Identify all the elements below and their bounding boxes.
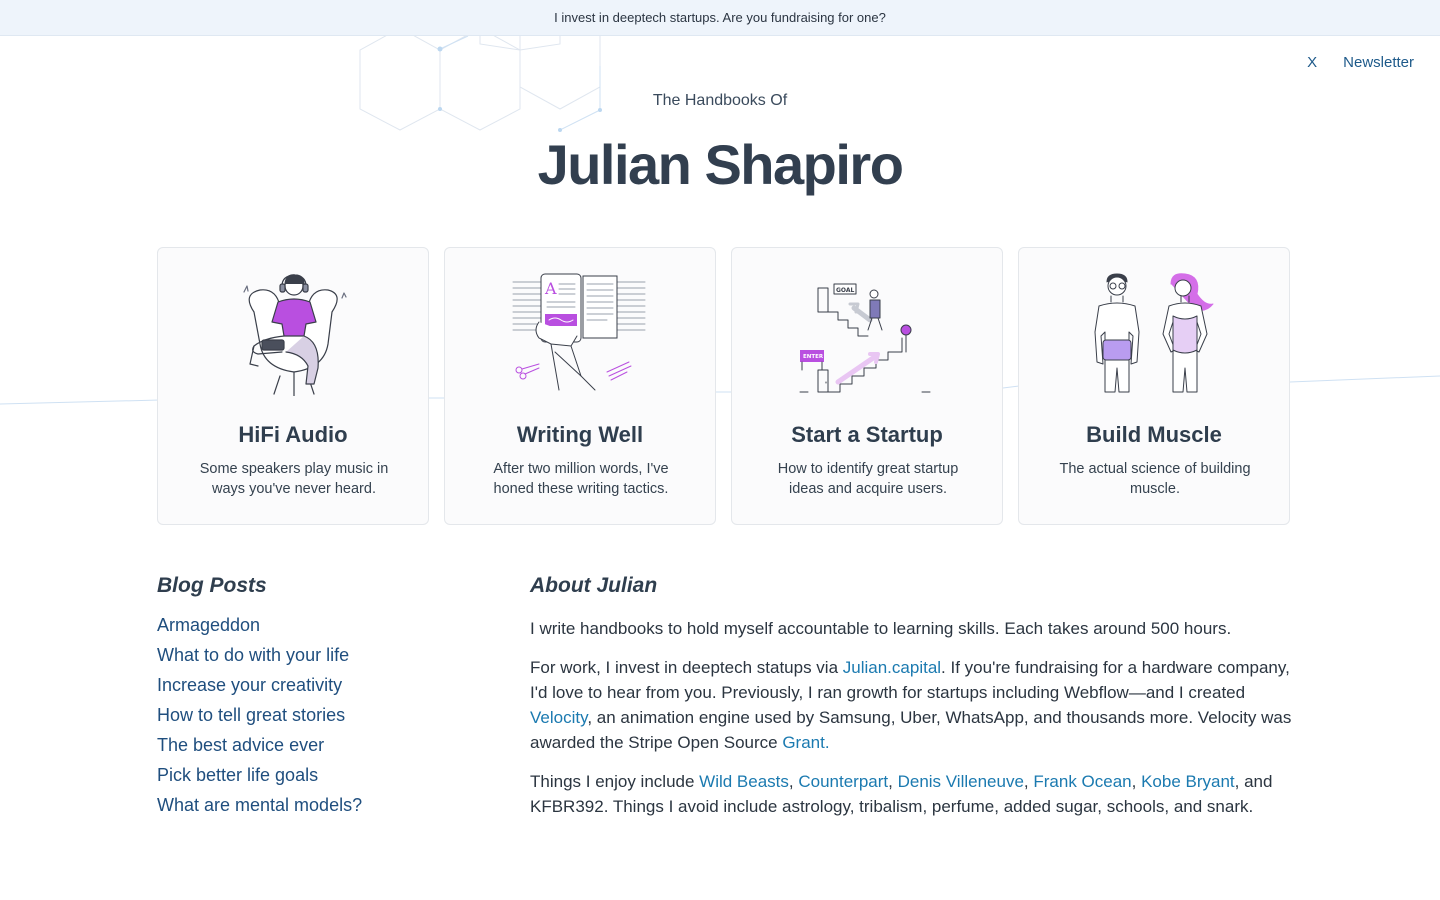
- card-description: After two million words, I've honed thes…: [493, 461, 669, 497]
- blog-post-link[interactable]: How to tell great stories: [157, 700, 487, 730]
- goal-sign-label: GOAL: [836, 287, 855, 294]
- enter-sign-label: ENTER: [803, 354, 824, 360]
- listener-illustration-icon: [243, 274, 347, 396]
- card-description: Some speakers play music in ways you've …: [199, 461, 389, 497]
- blog-post-list: Armageddon What to do with your life Inc…: [157, 610, 487, 820]
- announcement-banner: I invest in deeptech startups. Are you f…: [0, 0, 1440, 36]
- card-title: Build Muscle: [1086, 422, 1222, 447]
- kobe-bryant-link[interactable]: Kobe Bryant: [1141, 772, 1235, 791]
- card-hifi-audio[interactable]: HiFi Audio Some speakers play music in w…: [157, 247, 429, 525]
- julian-capital-link[interactable]: Julian.capital: [843, 658, 941, 677]
- top-nav: X Newsletter: [1307, 54, 1414, 71]
- about-paragraph-1: I write handbooks to hold myself account…: [530, 619, 1232, 638]
- denis-villeneuve-link[interactable]: Denis Villeneuve: [898, 772, 1024, 791]
- writing-illustration-icon: A: [512, 273, 646, 391]
- about-section: About Julian I write handbooks to hold m…: [530, 574, 1300, 833]
- handbook-cards: HiFi Audio Some speakers play music in w…: [157, 247, 1290, 525]
- blog-post-link[interactable]: Pick better life goals: [157, 760, 487, 790]
- card-title: Start a Startup: [791, 422, 943, 447]
- blog-post-link[interactable]: Increase your creativity: [157, 670, 487, 700]
- blog-post-link[interactable]: The best advice ever: [157, 730, 487, 760]
- about-paragraph-2: For work, I invest in deeptech statups v…: [530, 658, 1292, 752]
- card-start-a-startup[interactable]: ENTER GOAL Start a Startup How to identi…: [731, 247, 1003, 525]
- blog-post-link[interactable]: What are mental models?: [157, 790, 487, 820]
- card-description: The actual science of building muscle.: [1059, 461, 1251, 497]
- blog-post-link[interactable]: What to do with your life: [157, 640, 487, 670]
- card-writing-well[interactable]: A Writing Well After two million words, …: [444, 247, 716, 525]
- hero-eyebrow: The Handbooks Of: [652, 92, 788, 109]
- close-link[interactable]: X: [1307, 54, 1317, 71]
- newsletter-link[interactable]: Newsletter: [1343, 54, 1414, 71]
- muscle-people-illustration-icon: [1094, 273, 1214, 393]
- startup-stairs-illustration-icon: ENTER GOAL: [799, 283, 931, 393]
- counterpart-link[interactable]: Counterpart: [798, 772, 888, 791]
- about-heading: About Julian: [530, 574, 658, 597]
- page-title: Julian Shapiro: [537, 133, 904, 196]
- about-paragraph-3: Things I enjoy include Wild Beasts, Coun…: [530, 772, 1273, 816]
- wild-beasts-link[interactable]: Wild Beasts: [699, 772, 789, 791]
- velocity-link[interactable]: Velocity: [530, 708, 587, 727]
- card-title: HiFi Audio: [238, 422, 348, 447]
- frank-ocean-link[interactable]: Frank Ocean: [1033, 772, 1131, 791]
- blog-posts-section: Blog Posts Armageddon What to do with yo…: [157, 574, 487, 820]
- svg-text:A: A: [544, 279, 557, 298]
- card-build-muscle[interactable]: Build Muscle The actual science of build…: [1018, 247, 1290, 525]
- grant-link[interactable]: Grant.: [782, 733, 829, 752]
- card-title: Writing Well: [516, 422, 644, 447]
- blog-post-link[interactable]: Armageddon: [157, 610, 487, 640]
- banner-text[interactable]: I invest in deeptech startups. Are you f…: [554, 10, 886, 25]
- blog-posts-heading: Blog Posts: [157, 574, 267, 597]
- card-description: How to identify great startup ideas and …: [777, 461, 959, 497]
